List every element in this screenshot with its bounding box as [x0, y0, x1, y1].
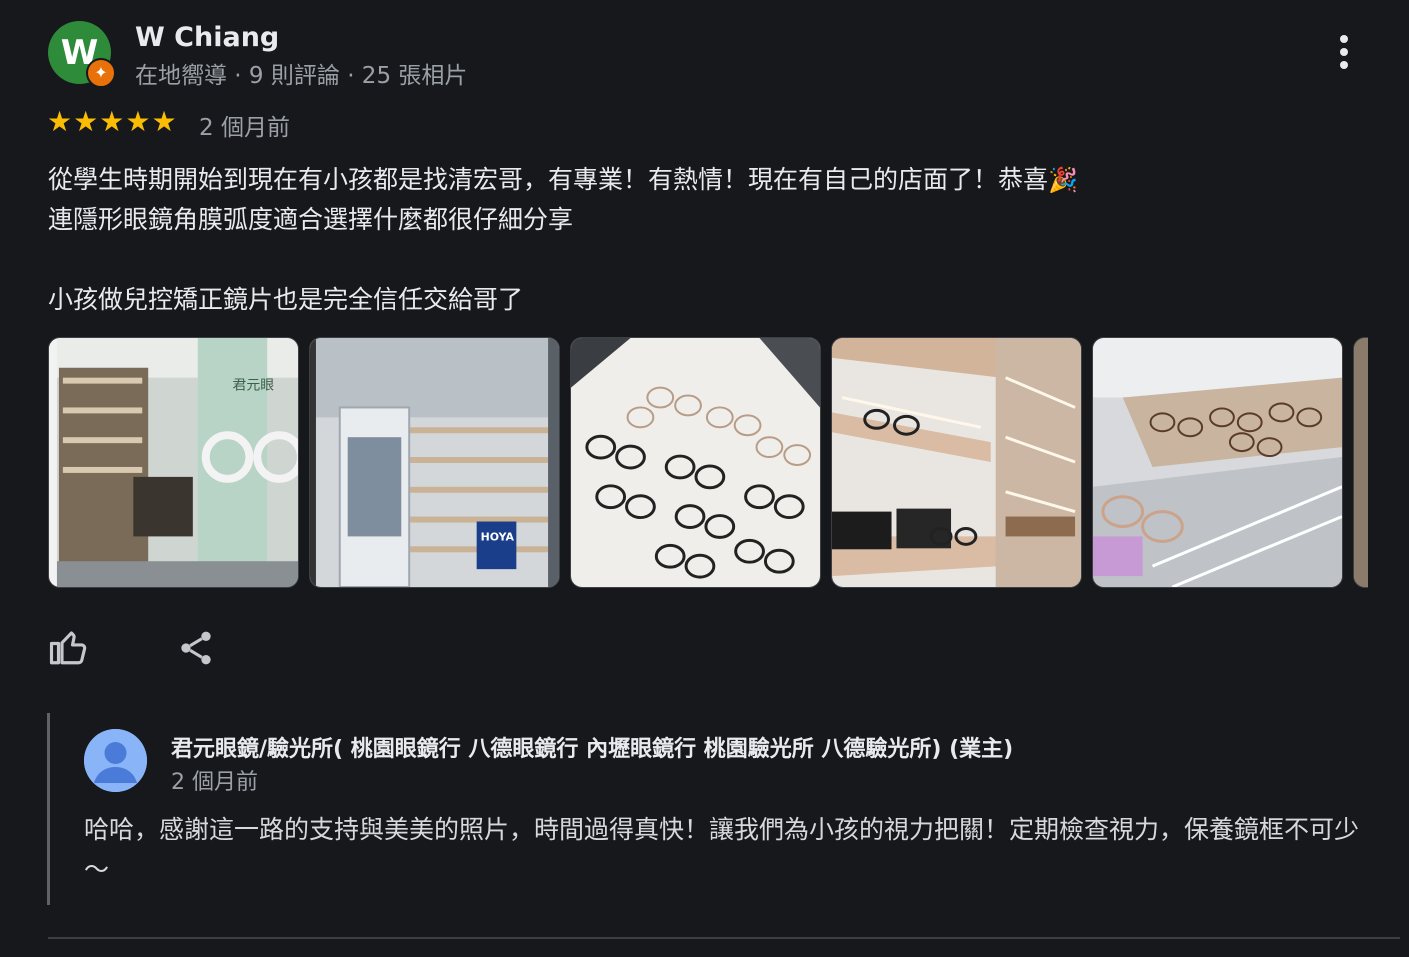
shelves-photo[interactable]	[831, 337, 1082, 588]
reviewer-name[interactable]: W Chiang	[135, 22, 279, 53]
frames-wall-photo[interactable]	[570, 337, 821, 588]
default-profile-icon	[84, 729, 147, 792]
thumbs-up-icon	[49, 631, 87, 665]
hoya-sign-text: HOYA	[481, 530, 515, 543]
local-guide-badge-icon: ✦	[86, 58, 116, 88]
star-icon: ★	[151, 105, 177, 138]
review-card: W ✦ W Chiang 在地嚮導 · 9 則評論 · 25 張相片 ★ ★ ★ ★ ★…	[0, 0, 1409, 957]
review-line-1: 從學生時期開始到現在有小孩都是找清宏哥，有專業！有熱情！現在有自己的店面了！恭喜…	[48, 160, 1368, 200]
star-icon: ★	[125, 105, 151, 138]
divider	[48, 937, 1400, 939]
more-vert-dot	[1340, 48, 1348, 56]
more-photos-peek[interactable]	[1353, 337, 1368, 588]
owner-name[interactable]: 君元眼鏡/驗光所( 桃園眼鏡行 八德眼鏡行 內壢眼鏡行 桃園驗光所 八德驗光所)…	[171, 731, 1013, 763]
review-photos: 君元眼 HOYA	[48, 337, 1368, 588]
review-text: 從學生時期開始到現在有小孩都是找清宏哥，有專業！有熱情！現在有自己的店面了！恭喜…	[48, 160, 1368, 320]
storefront-sign-text: 君元眼	[233, 378, 275, 394]
more-vert-dot	[1340, 61, 1348, 69]
owner-reply-text: 哈哈，感謝這一路的支持與美美的照片，時間過得真快！讓我們為小孩的視力把關！定期檢…	[84, 815, 1360, 884]
like-button[interactable]	[48, 626, 90, 668]
share-button[interactable]	[176, 628, 216, 668]
review-line-2: 連隱形眼鏡角膜弧度適合選擇什麼都很仔細分享	[48, 205, 574, 234]
more-options-button[interactable]	[1330, 32, 1358, 72]
party-popper-icon: 🎉	[1048, 166, 1078, 194]
share-icon	[181, 631, 211, 665]
review-line-1-text: 從學生時期開始到現在有小孩都是找清宏哥，有專業！有熱情！現在有自己的店面了！恭喜	[48, 165, 1049, 194]
more-vert-icon	[1340, 35, 1348, 43]
reviewer-meta: 在地嚮導 · 9 則評論 · 25 張相片	[135, 63, 468, 89]
reply-indent-bar	[47, 713, 50, 905]
star-icon: ★	[73, 105, 99, 138]
display-case-photo[interactable]: HOYA	[309, 337, 560, 588]
review-line-3: 小孩做兒控矯正鏡片也是完全信任交給哥了	[48, 285, 524, 314]
owner-avatar[interactable]	[84, 729, 147, 792]
storefront-photo[interactable]: 君元眼	[48, 337, 299, 588]
owner-reply-date: 2 個月前	[171, 770, 258, 795]
star-icon: ★	[47, 105, 73, 138]
star-icon: ★	[99, 105, 125, 138]
review-date: 2 個月前	[199, 115, 290, 141]
star-rating: ★ ★ ★ ★ ★	[47, 106, 177, 138]
display-tray-photo[interactable]	[1092, 337, 1343, 588]
